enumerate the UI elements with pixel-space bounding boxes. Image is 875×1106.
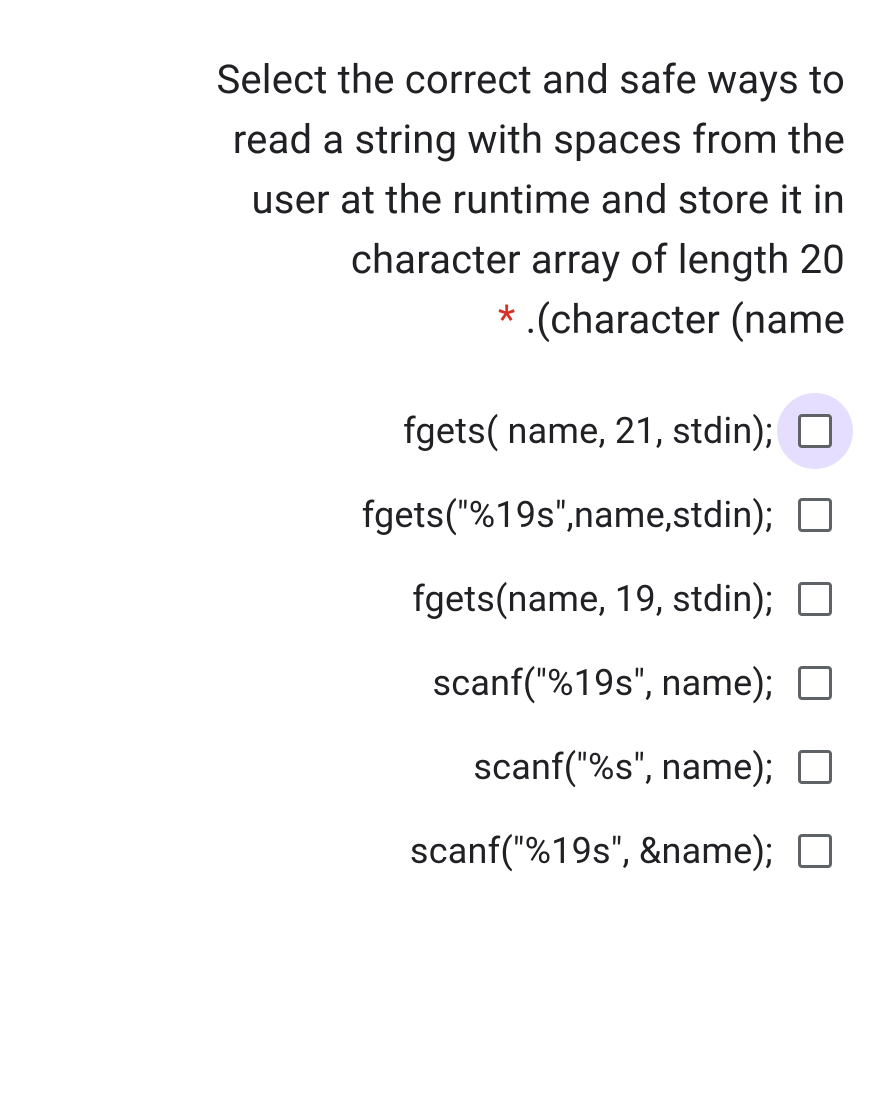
option-label-2: fgets(name, 19, stdin); (412, 578, 773, 620)
required-asterisk: * (498, 296, 515, 343)
option-label-4: scanf("%s", name); (473, 746, 773, 788)
options-container: fgets( name, 21, stdin); fgets("%19s",na… (30, 410, 845, 872)
option-label-3: scanf("%19s", name); (433, 662, 773, 704)
question-text: Select the correct and safe ways to read… (30, 50, 845, 350)
option-row-2: fgets(name, 19, stdin); (30, 578, 835, 620)
checkbox-4[interactable] (798, 750, 832, 784)
option-label-1: fgets("%19s",name,stdin); (362, 494, 773, 536)
question-line-2: read a string with spaces from the (233, 116, 845, 163)
option-row-5: scanf("%19s", &name); (30, 830, 835, 872)
question-line-3: user at the runtime and store it in (252, 176, 845, 223)
checkbox-wrapper-5 (795, 831, 835, 871)
checkbox-wrapper-0 (795, 411, 835, 451)
option-row-1: fgets("%19s",name,stdin); (30, 494, 835, 536)
checkbox-1[interactable] (798, 498, 832, 532)
checkbox-2[interactable] (798, 582, 832, 616)
checkbox-0[interactable] (798, 414, 832, 448)
checkbox-wrapper-3 (795, 663, 835, 703)
checkbox-5[interactable] (798, 834, 832, 868)
option-row-4: scanf("%s", name); (30, 746, 835, 788)
question-line-1: Select the correct and safe ways to (216, 56, 845, 103)
checkbox-wrapper-2 (795, 579, 835, 619)
checkbox-wrapper-4 (795, 747, 835, 787)
option-label-5: scanf("%19s", &name); (410, 830, 773, 872)
question-line-5: .(character (name (526, 296, 845, 343)
option-row-0: fgets( name, 21, stdin); (30, 410, 835, 452)
checkbox-wrapper-1 (795, 495, 835, 535)
question-line-4: character array of length 20 (351, 236, 845, 283)
option-label-0: fgets( name, 21, stdin); (403, 410, 773, 452)
checkbox-3[interactable] (798, 666, 832, 700)
option-row-3: scanf("%19s", name); (30, 662, 835, 704)
